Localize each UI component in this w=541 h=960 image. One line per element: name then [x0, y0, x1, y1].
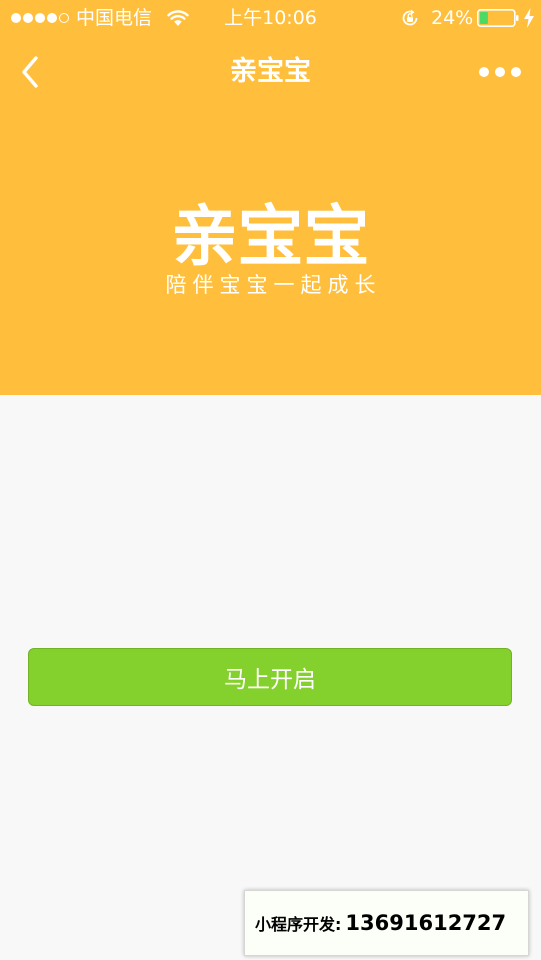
start-now-button[interactable]: 马上开启 [28, 648, 512, 706]
header-banner: 中国电信 上午10:06 24% 亲宝宝 亲宝宝 陪伴宝宝一起成长 [0, 0, 541, 395]
page-title: 亲宝宝 [230, 56, 311, 87]
charging-bolt-icon [524, 8, 534, 28]
more-dots-icon [495, 67, 505, 77]
chevron-left-icon [22, 56, 38, 88]
back-button[interactable] [10, 48, 50, 96]
more-options-button[interactable] [474, 56, 526, 88]
watermark-label: 小程序开发: [255, 915, 342, 934]
logo-slogan: 陪伴宝宝一起成长 [165, 273, 382, 297]
watermark-phone: 13691612727 [345, 911, 507, 935]
battery-icon [477, 9, 519, 27]
logo-title: 亲宝宝 [171, 198, 370, 275]
status-bar: 中国电信 上午10:06 24% [0, 0, 541, 36]
rotation-lock-icon [402, 9, 418, 26]
battery-percentage: 24% [431, 7, 474, 29]
more-dots-icon [479, 67, 489, 77]
app-logo: 亲宝宝 陪伴宝宝一起成长 [0, 200, 541, 298]
more-dots-icon [511, 67, 521, 77]
developer-contact-watermark: 小程序开发: 13691612727 [244, 890, 529, 956]
navigation-bar: 亲宝宝 [0, 40, 541, 104]
